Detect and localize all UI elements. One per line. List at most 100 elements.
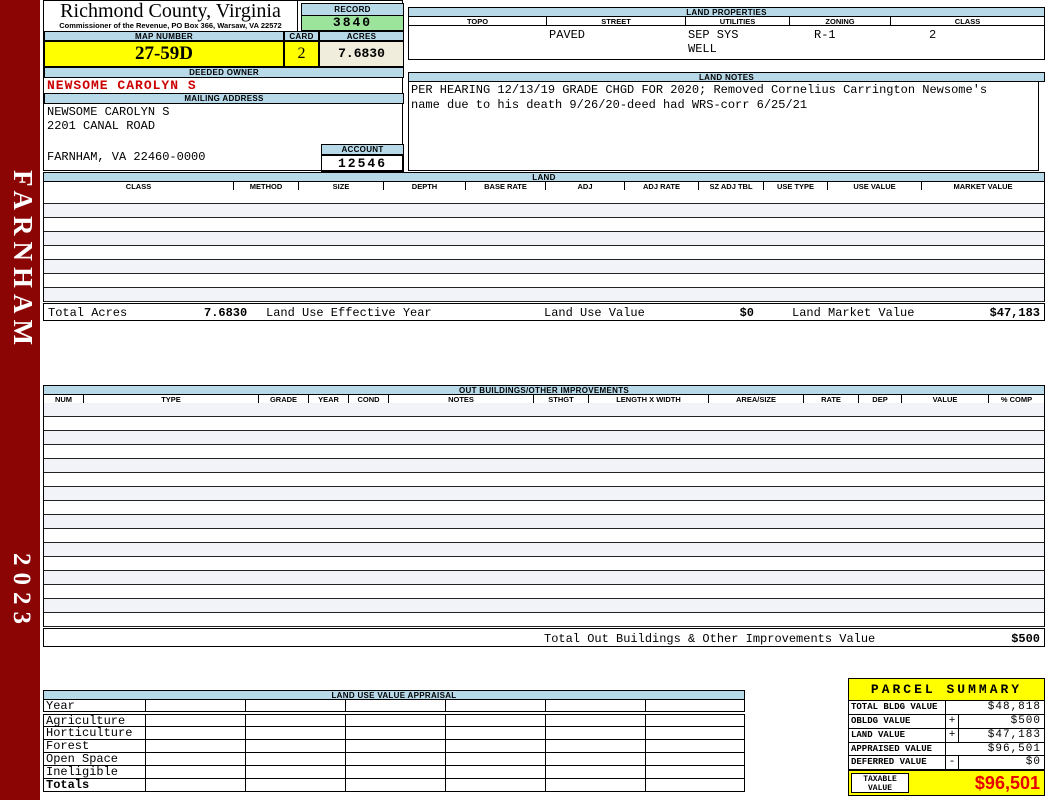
- tax-year-label: 2023: [8, 553, 35, 631]
- appraisal-cell: [646, 753, 744, 765]
- land-use-value-label: Land Use Value: [544, 306, 645, 320]
- land-totals-row: Total Acres 7.6830 Land Use Effective Ye…: [43, 303, 1045, 321]
- column-header: GRADE: [259, 395, 309, 403]
- summary-operator: -: [946, 756, 959, 769]
- record-value: 3840: [301, 15, 404, 31]
- column-header: USE TYPE: [764, 182, 828, 190]
- land-market-value-label: Land Market Value: [792, 306, 915, 320]
- table-row: Open Space: [43, 753, 745, 766]
- appraisal-cell: [446, 715, 546, 726]
- appraisal-cell: [346, 727, 446, 739]
- column-header: ADJ: [546, 182, 625, 190]
- summary-row: APPRAISED VALUE $96,501: [849, 742, 1044, 756]
- table-row: Totals: [43, 779, 745, 792]
- land-properties-section: LAND PROPERTIES TOPO STREET UTILITIES ZO…: [408, 7, 1045, 60]
- sidebar: FARNHAM 2023: [0, 0, 40, 800]
- appraisal-cell: [446, 727, 546, 739]
- appraisal-cell: [346, 766, 446, 778]
- county-title-box: Richmond County, Virginia Commissioner o…: [44, 1, 298, 31]
- address-line: NEWSOME CAROLYN S: [47, 105, 170, 119]
- land-use-value: $0: [739, 306, 754, 320]
- column-header: CLASS: [44, 182, 234, 190]
- appraisal-cell: [446, 753, 546, 765]
- deeded-owner-label: DEEDED OWNER: [44, 67, 404, 78]
- appraisal-cell: [246, 740, 346, 752]
- land-notes-text: PER HEARING 12/13/19 GRADE CHGD FOR 2020…: [408, 81, 1039, 171]
- out-buildings-total-value: $500: [1011, 632, 1040, 646]
- appraisal-cell: [646, 740, 744, 752]
- street-value: PAVED: [549, 28, 586, 42]
- column-header: TOPO: [409, 17, 547, 25]
- account-label: ACCOUNT: [321, 144, 404, 155]
- appraisal-cell: [546, 715, 646, 726]
- summary-operator: +: [946, 729, 959, 742]
- appraisal-cell: [446, 740, 546, 752]
- summary-operator: [946, 743, 959, 755]
- summary-value: $500: [1010, 715, 1041, 727]
- utilities-value: WELL: [688, 42, 717, 56]
- column-header: NOTES: [389, 395, 534, 403]
- column-header: VALUE: [902, 395, 989, 403]
- appraisal-cell: [546, 779, 646, 791]
- summary-label: OBLDG VALUE: [849, 715, 946, 728]
- card-label: CARD: [284, 31, 319, 41]
- land-header-row: CLASS METHOD SIZE DEPTH BASE RATE ADJ AD…: [43, 181, 1045, 191]
- total-acres-label: Total Acres: [48, 306, 128, 320]
- appraisal-cell: [446, 779, 546, 791]
- land-notes-section: LAND NOTES PER HEARING 12/13/19 GRADE CH…: [408, 72, 1045, 171]
- row-label: Totals: [44, 779, 146, 791]
- parcel-summary: PARCEL SUMMARY TOTAL BLDG VALUE $48,818 …: [848, 678, 1045, 796]
- appraisal-cell: [546, 700, 646, 711]
- appraisal-cell: [246, 700, 346, 711]
- land-table-body: [43, 190, 1045, 302]
- appraisal-cell: [246, 779, 346, 791]
- summary-row: TOTAL BLDG VALUE $48,818: [849, 701, 1044, 715]
- land-properties-values: PAVED SEP SYS WELL R-1 2: [408, 25, 1045, 60]
- mailing-address-block: NEWSOME CAROLYN S 2201 CANAL ROAD FARNHA…: [44, 105, 319, 171]
- land-section: LAND CLASS METHOD SIZE DEPTH BASE RATE A…: [43, 172, 1045, 322]
- county-subtitle: Commissioner of the Revenue, PO Box 366,…: [59, 21, 282, 30]
- appraisal-cell: [146, 753, 246, 765]
- acres-label: ACRES: [319, 31, 404, 41]
- column-header: UTILITIES: [686, 17, 790, 25]
- appraisal-cell: [646, 779, 744, 791]
- column-header: ZONING: [790, 17, 891, 25]
- column-header: LENGTH X WIDTH: [589, 395, 709, 403]
- account-value: 12546: [321, 155, 404, 172]
- out-buildings-total-row: Total Out Buildings & Other Improvements…: [43, 628, 1045, 647]
- table-row: Horticulture: [43, 727, 745, 740]
- column-header: NUM: [44, 395, 84, 403]
- appraisal-cell: [346, 700, 446, 711]
- summary-label: TOTAL BLDG VALUE: [849, 701, 946, 714]
- summary-operator: [946, 701, 959, 714]
- map-number-label: MAP NUMBER: [44, 31, 284, 41]
- summary-label: LAND VALUE: [849, 729, 946, 742]
- appraisal-cell: [646, 715, 744, 726]
- column-header: METHOD: [234, 182, 299, 190]
- row-label: Ineligible: [44, 766, 146, 778]
- column-header: SIZE: [299, 182, 384, 190]
- out-buildings-section: OUT BUILDINGS/OTHER IMPROVEMENTS NUM TYP…: [43, 385, 1045, 647]
- summary-value: $96,501: [987, 743, 1041, 755]
- class-value: 2: [929, 28, 937, 42]
- appraisal-cell: [546, 766, 646, 778]
- appraisal-cell: [346, 740, 446, 752]
- parcel-summary-title: PARCEL SUMMARY: [849, 679, 1044, 701]
- appraisal-cell: [146, 766, 246, 778]
- row-label: Agriculture: [44, 715, 146, 726]
- column-header: COND: [349, 395, 389, 403]
- appraisal-cell: [146, 740, 246, 752]
- mailing-address-label: MAILING ADDRESS: [44, 93, 404, 104]
- column-header: MARKET VALUE: [953, 182, 1013, 190]
- table-row: Year: [43, 699, 745, 712]
- column-header: AREA/SIZE: [709, 395, 804, 403]
- row-label: Year: [44, 700, 146, 711]
- row-label: Horticulture: [44, 727, 146, 739]
- column-header: RATE: [804, 395, 859, 403]
- column-header: STHGT: [534, 395, 589, 403]
- taxable-value: $96,501: [974, 773, 1040, 793]
- column-header: DEPTH: [384, 182, 466, 190]
- column-header: CLASS: [954, 17, 981, 25]
- appraisal-cell: [346, 715, 446, 726]
- land-use-appraisal-section: LAND USE VALUE APPRAISAL Year Agricultur…: [43, 690, 745, 792]
